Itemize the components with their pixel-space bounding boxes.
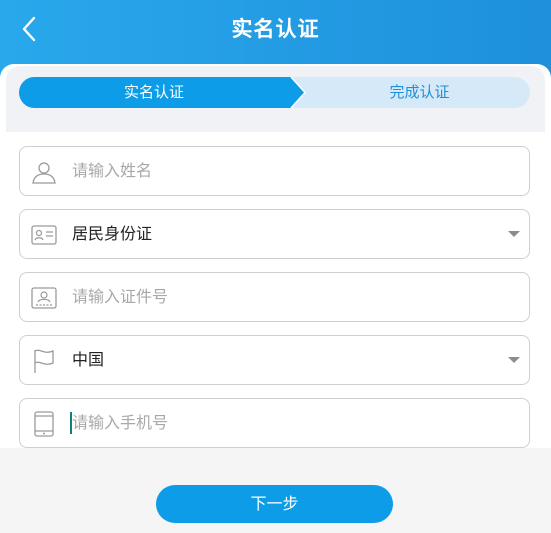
dropdown-arrow-icon bbox=[508, 231, 520, 237]
id-number-input[interactable]: 请输入证件号 bbox=[72, 273, 168, 321]
step-indicator: 实名认证 完成认证 bbox=[19, 77, 530, 108]
id-card-icon bbox=[31, 225, 57, 245]
dropdown-arrow-icon bbox=[508, 357, 520, 363]
name-field[interactable]: 请输入姓名 bbox=[19, 146, 530, 196]
country-value: 中国 bbox=[72, 350, 105, 369]
step-label-verify: 实名认证 bbox=[123, 83, 184, 101]
step-label-complete: 完成认证 bbox=[389, 83, 450, 101]
phone-icon bbox=[34, 411, 54, 437]
id-number-field[interactable]: 请输入证件号 bbox=[19, 272, 530, 322]
id-type-value: 居民身份证 bbox=[72, 224, 153, 243]
phone-input[interactable]: 请输入手机号 bbox=[72, 399, 168, 447]
flag-icon bbox=[34, 349, 54, 373]
phone-field[interactable]: 请输入手机号 bbox=[19, 398, 530, 448]
step-arrow-shape bbox=[287, 77, 307, 108]
name-input[interactable]: 请输入姓名 bbox=[72, 147, 152, 195]
id-type-select[interactable]: 居民身份证 bbox=[19, 209, 530, 259]
next-step-button[interactable]: 下一步 bbox=[156, 485, 393, 523]
id-badge-icon bbox=[31, 287, 57, 309]
page-title: 实名认证 bbox=[231, 17, 320, 41]
user-icon bbox=[32, 162, 56, 184]
country-select[interactable]: 中国 bbox=[19, 335, 530, 385]
